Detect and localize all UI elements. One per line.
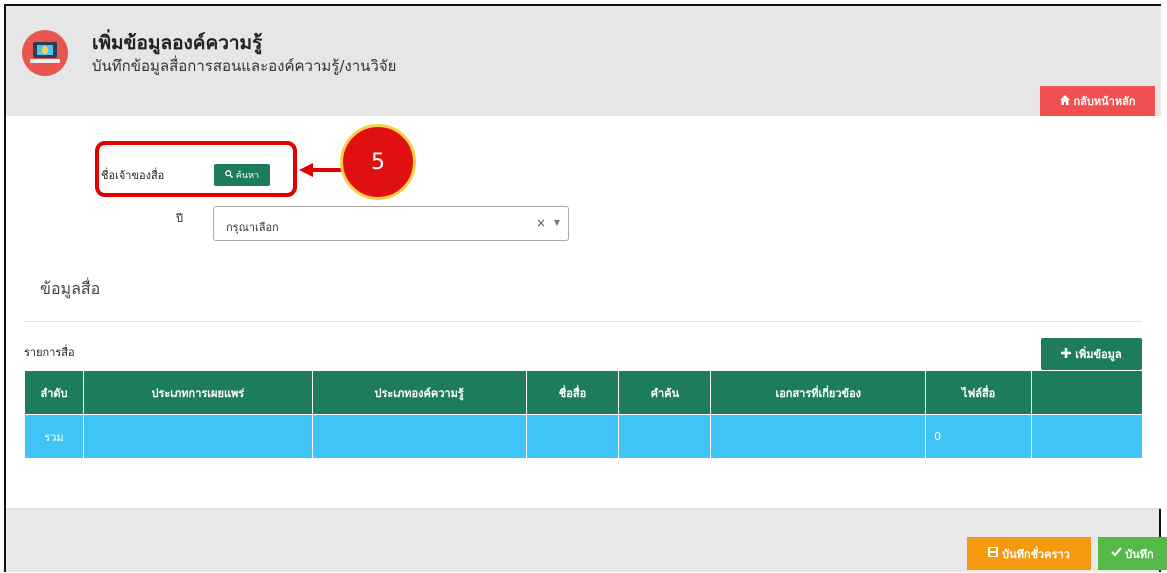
column-header: ไฟล์สื่อ xyxy=(925,370,1033,415)
chevron-down-icon[interactable]: ▼ xyxy=(554,218,560,227)
step-number-badge: 5 xyxy=(340,124,416,200)
save-draft-button[interactable]: บันทึกชั่วคราว xyxy=(967,537,1091,570)
column-header: เอกสารที่เกี่ยวข้อง xyxy=(710,370,927,415)
column-header: ชื่อสื่อ xyxy=(525,370,620,415)
callout-arrow-icon xyxy=(299,163,343,177)
media-section-title: ข้อมูลสื่อ xyxy=(40,279,101,298)
column-header xyxy=(1031,370,1143,415)
plus-icon xyxy=(1061,347,1072,361)
table-cell xyxy=(525,414,620,459)
check-icon xyxy=(1111,547,1123,560)
table-cell: 0 xyxy=(925,414,1033,459)
home-button-label: กลับหน้าหลัก xyxy=(1073,95,1136,108)
year-label: ปี xyxy=(176,212,183,225)
add-media-button[interactable]: เพิ่มข้อมูล xyxy=(1041,338,1142,370)
column-header: ลำดับ xyxy=(24,370,84,415)
knowledge-logo-icon xyxy=(22,30,68,76)
table-cell xyxy=(311,414,527,459)
save-button[interactable]: บันทึก xyxy=(1098,537,1167,570)
table-cell xyxy=(82,414,313,459)
year-select[interactable]: กรุณาเลือก × ▼ xyxy=(213,206,569,241)
column-header: คำค้น xyxy=(618,370,712,415)
table-cell xyxy=(618,414,712,459)
table-header-row: ลำดับ ประเภทการเผยแพร่ ประเภทองค์ความรู้… xyxy=(24,370,1143,415)
page-header: เพิ่มข้อมูลองค์ความรู้ บันทึกข้อมูลสื่อก… xyxy=(6,6,1161,116)
save-draft-label: บันทึกชั่วคราว xyxy=(1002,547,1070,561)
divider xyxy=(24,321,1142,322)
media-table: ลำดับ ประเภทการเผยแพร่ ประเภทองค์ความรู้… xyxy=(24,370,1143,459)
home-icon xyxy=(1059,94,1070,108)
table-cell xyxy=(1031,414,1143,459)
home-button[interactable]: กลับหน้าหลัก xyxy=(1040,86,1155,116)
column-header: ประเภทองค์ความรู้ xyxy=(311,370,527,415)
save-label: บันทึก xyxy=(1125,547,1154,561)
floppy-disk-icon xyxy=(988,547,999,560)
clear-selection-icon[interactable]: × xyxy=(536,216,546,230)
media-list-title: รายการสื่อ xyxy=(24,346,75,359)
highlight-box xyxy=(95,141,297,197)
add-media-label: เพิ่มข้อมูล xyxy=(1075,348,1122,361)
year-select-value: กรุณาเลือก xyxy=(226,221,279,234)
table-cell xyxy=(710,414,927,459)
column-header: ประเภทการเผยแพร่ xyxy=(82,370,313,415)
total-row: รวม 0 xyxy=(24,414,1143,459)
page-subtitle: บันทึกข้อมูลสื่อการสอนและองค์ความรู้/งาน… xyxy=(92,57,397,75)
table-cell: รวม xyxy=(24,414,84,459)
